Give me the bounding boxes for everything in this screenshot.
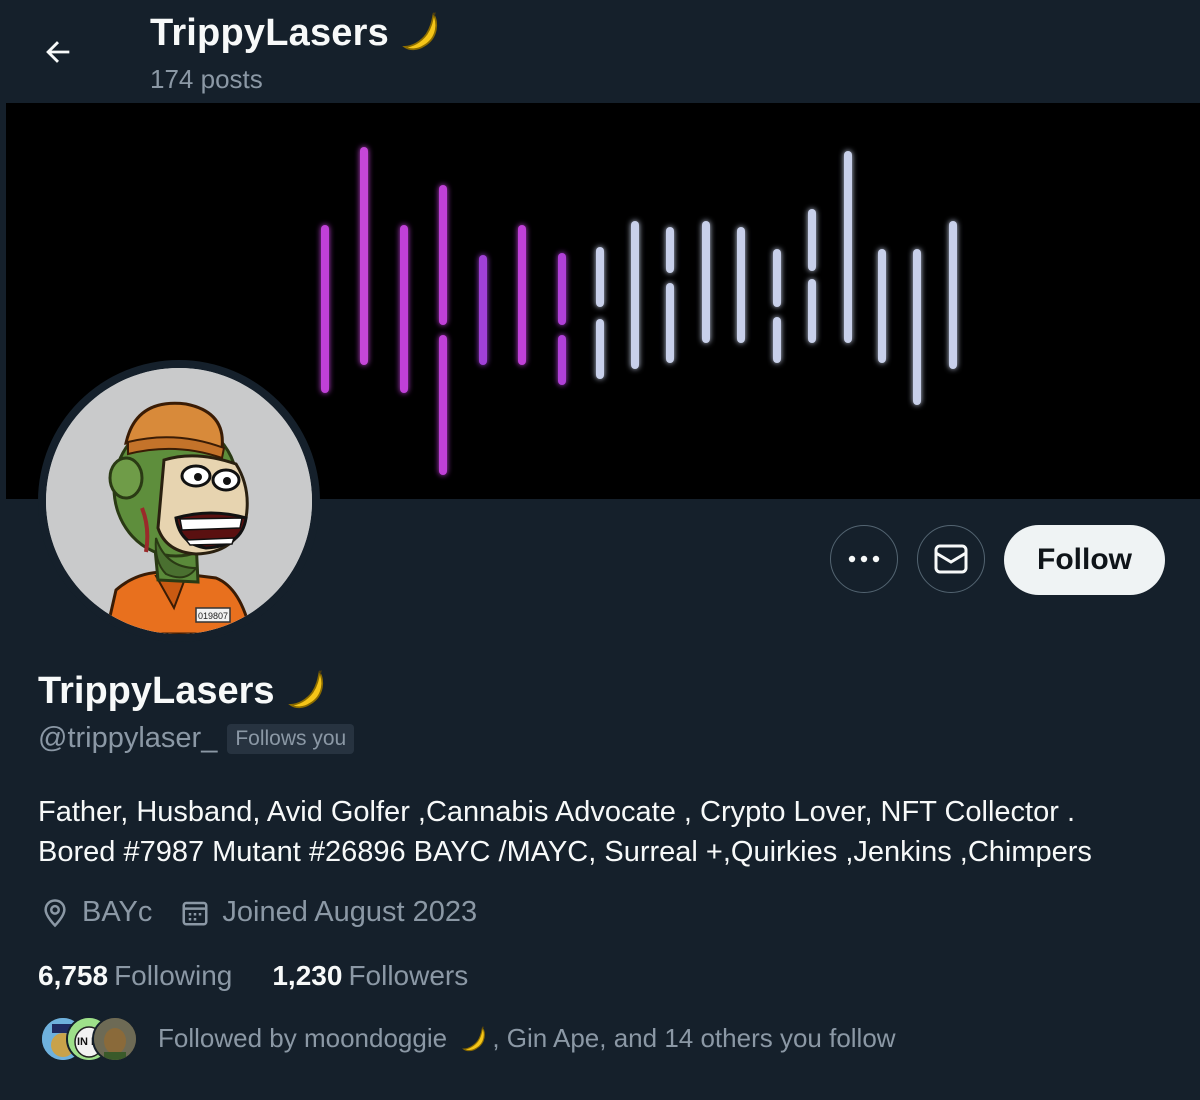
laser-bar [558, 335, 566, 385]
more-icon [848, 555, 880, 563]
laser-bar [596, 247, 604, 307]
back-button[interactable] [32, 26, 84, 78]
laser-bar [596, 319, 604, 379]
following-count: 6,758 [38, 960, 109, 991]
follows-you-badge: Follows you [227, 723, 355, 754]
post-count: 174 posts [150, 64, 263, 94]
mail-icon [934, 544, 968, 574]
profile-bio: Father, Husband, Avid Golfer ,Cannabis A… [38, 792, 1178, 872]
message-button[interactable] [917, 525, 985, 593]
laser-bar [400, 225, 408, 393]
location-text: BAYc [82, 896, 153, 928]
more-options-button[interactable] [830, 525, 898, 593]
laser-bar [631, 221, 639, 369]
top-bar: TrippyLasers 174 posts [0, 0, 1200, 103]
join-date-text: Joined August 2023 [222, 896, 478, 928]
avatar-tag-text: 019807 [198, 611, 228, 621]
handle-row: @trippylaser_ Follows you [38, 722, 355, 755]
mutual-avatar-3 [92, 1016, 138, 1062]
banana-emoji-icon [402, 12, 438, 51]
followed-by-suffix: , Gin Ape, and 14 others you follow [492, 1022, 896, 1053]
laser-bar [666, 283, 674, 363]
laser-bar [773, 249, 781, 307]
location-pin-icon [44, 898, 66, 927]
laser-bar [808, 209, 816, 271]
laser-bar [949, 221, 957, 369]
avatar-image: 019807 [46, 368, 312, 634]
laser-bar [808, 279, 816, 343]
bio-line-2: Bored #7987 Mutant #26896 BAYC /MAYC, Su… [38, 836, 1092, 868]
laser-bar [913, 249, 921, 405]
banana-emoji-icon [287, 670, 323, 709]
bio-line-1: Father, Husband, Avid Golfer ,Cannabis A… [38, 796, 1076, 828]
laser-bar [844, 151, 852, 343]
followers-link[interactable]: 1,230 Followers [272, 960, 468, 992]
laser-bar [773, 317, 781, 363]
profile-meta: BAYc Joined August 2023 [40, 896, 505, 929]
laser-bar [321, 225, 329, 393]
laser-bar [439, 335, 447, 475]
header-title: TrippyLasers [150, 10, 445, 56]
follow-stats: 6,758 Following 1,230 Followers [38, 960, 508, 992]
profile-avatar[interactable]: 019807 [38, 360, 320, 642]
laser-bar [878, 249, 886, 363]
profile-handle: @trippylaser_ [38, 722, 218, 754]
mutual-avatars: IN PE [40, 1016, 138, 1062]
banana-emoji-icon [462, 1026, 486, 1052]
calendar-icon [182, 901, 208, 925]
laser-bar [702, 221, 710, 343]
follow-button[interactable]: Follow [1004, 525, 1165, 595]
laser-bar [737, 227, 745, 343]
followed-by-prefix: Followed by moondoggie [158, 1022, 448, 1053]
followers-label: Followers [348, 960, 469, 991]
laser-bar [518, 225, 526, 365]
ape-avatar-illustration: 019807 [46, 368, 312, 634]
following-link[interactable]: 6,758 Following [38, 960, 232, 992]
profile-name: TrippyLasers [38, 668, 331, 714]
header-display-name: TrippyLasers [150, 11, 389, 54]
laser-bar [558, 253, 566, 325]
followers-count: 1,230 [272, 960, 343, 991]
join-date: Joined August 2023 [180, 896, 477, 929]
following-label: Following [114, 960, 233, 991]
back-arrow-icon [46, 41, 70, 63]
laser-bar [666, 227, 674, 273]
followers-you-know[interactable]: IN PE Followed by moondoggie , Gin Ape, … [40, 1016, 896, 1062]
profile-display-name: TrippyLasers [38, 669, 275, 712]
followed-by-text: Followed by moondoggie , Gin Ape, and 14… [158, 1023, 896, 1055]
laser-bar [360, 147, 368, 365]
laser-bar [439, 185, 447, 325]
location: BAYc [40, 896, 152, 929]
laser-bar [479, 255, 487, 365]
